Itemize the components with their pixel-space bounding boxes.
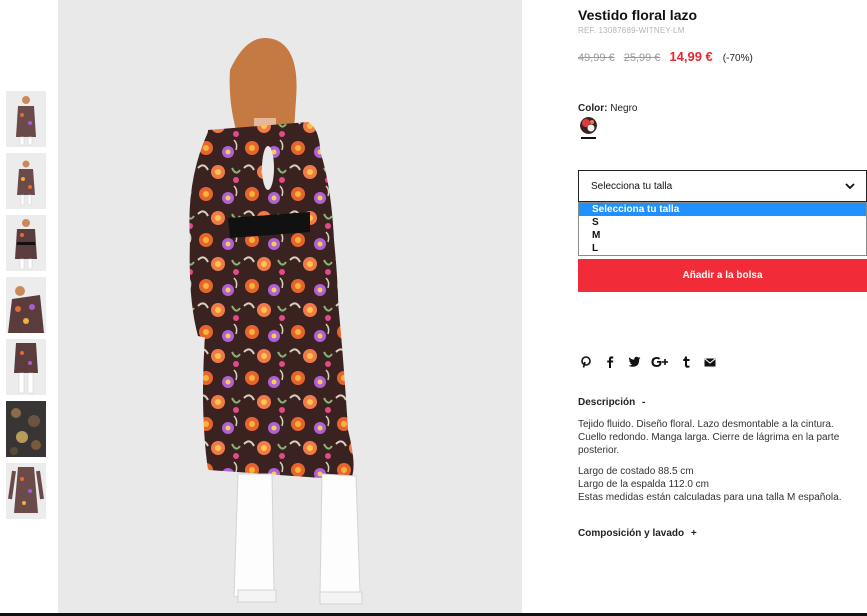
color-swatch[interactable] [580,117,597,134]
color-row: Color: Negro [578,103,637,114]
twitter-icon[interactable] [627,355,641,369]
composition-heading: Composición y lavado [578,528,685,539]
thumbnail-6[interactable] [6,401,46,457]
composition-toggle[interactable]: Composición y lavado + [578,528,697,539]
measurement-line: Largo de la espalda 112.0 cm [578,479,710,490]
product-main-image[interactable] [58,0,522,616]
expand-icon: + [690,528,697,539]
product-reference: REF. 13087689-WITNEY-LM [578,26,685,35]
color-label: Color: [578,103,608,114]
measurement-line: Estas medidas están calculadas para una … [578,492,842,503]
sale-price: 14,99 € [669,49,713,64]
collapse-icon: - [642,397,646,408]
description-line: posterior. [578,445,620,456]
description-heading: Descripción [578,397,636,408]
facebook-icon[interactable] [603,355,617,369]
chevron-down-icon [845,183,855,190]
description-line: Cuello redondo. Manga larga. Cierre de l… [578,432,840,443]
size-select[interactable]: Selecciona tu talla [578,170,867,202]
description-body: Tejido fluido. Diseño floral. Lazo desmo… [578,418,867,504]
thumbnail-5[interactable] [6,339,46,395]
discount-badge: (-70%) [722,53,753,64]
email-icon[interactable] [703,355,717,369]
tumblr-icon[interactable] [679,355,693,369]
original-price: 49,99 € [578,52,615,64]
thumbnail-3[interactable] [6,215,46,271]
thumbnail-7[interactable] [6,463,46,519]
share-bar [579,355,727,369]
description-toggle[interactable]: Descripción - [578,397,645,408]
size-option-m[interactable]: M [579,229,866,242]
thumbnail-strip [6,91,46,525]
thumbnail-2[interactable] [6,153,46,209]
size-option-placeholder[interactable]: Selecciona tu talla [579,203,866,216]
add-to-bag-button[interactable]: Añadir a la bolsa [578,259,867,292]
size-dropdown-list: Selecciona tu talla S M L [578,202,867,256]
color-value: Negro [610,103,638,114]
size-option-l[interactable]: L [579,242,866,255]
previous-price: 25,99 € [623,52,661,64]
swatch-selected-indicator [581,137,596,139]
google-plus-icon[interactable] [651,355,669,369]
thumbnail-1[interactable] [6,91,46,147]
description-line: Tejido fluido. Diseño floral. Lazo desmo… [578,419,834,430]
floral-swatch-icon [580,117,597,134]
size-select-value: Selecciona tu talla [591,181,673,192]
thumbnail-4[interactable] [6,277,46,333]
product-title: Vestido floral lazo [578,7,698,23]
pinterest-icon[interactable] [579,355,593,369]
size-option-s[interactable]: S [579,216,866,229]
measurement-line: Largo de costado 88.5 cm [578,466,694,477]
price-block: 49,99 € 25,99 € 14,99 € (-70%) [578,49,753,64]
